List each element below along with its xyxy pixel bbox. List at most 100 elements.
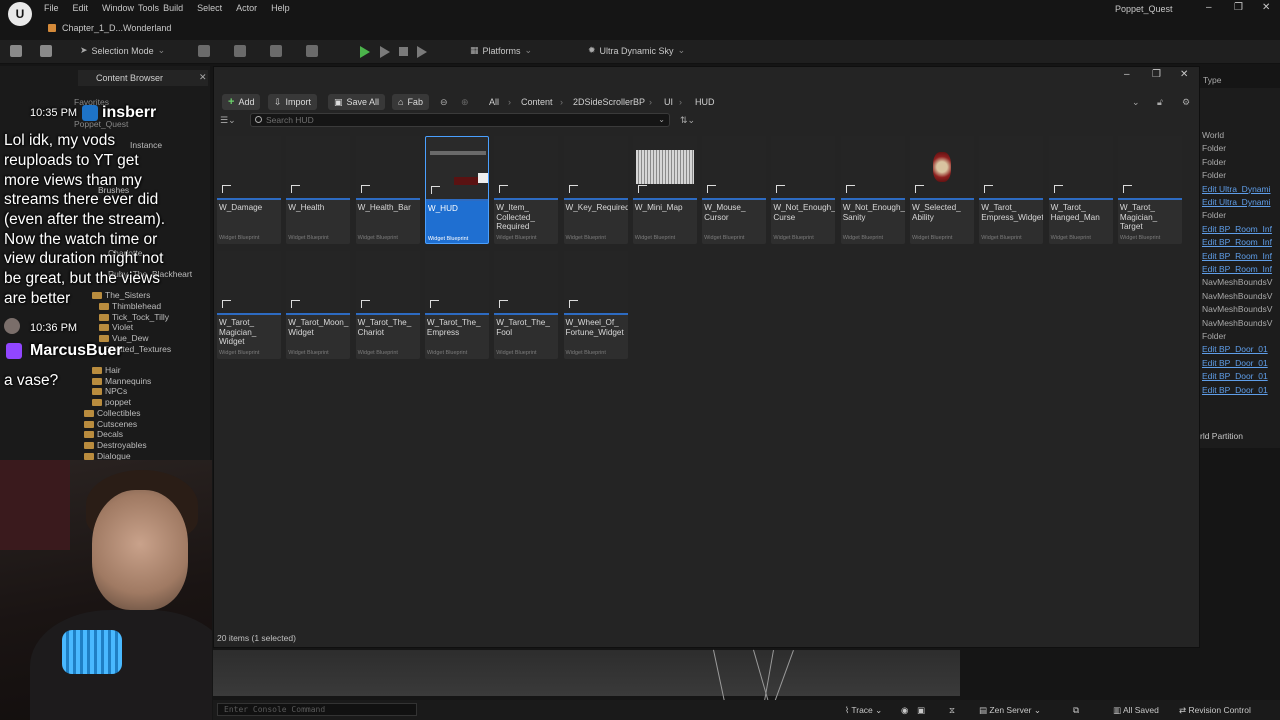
outliner-edit-link[interactable]: Edit BP_Door_01: [1202, 344, 1268, 354]
menu-tools[interactable]: Tools: [138, 3, 159, 13]
tree-item-collectibles[interactable]: Collectibles: [84, 408, 140, 418]
tree-item-cutscenes[interactable]: Cutscenes: [84, 419, 137, 429]
sort-icon[interactable]: ⇅⌄: [680, 115, 695, 126]
asset-tile[interactable]: W_Tarot_Moon_ Widget Widget Blueprint: [286, 251, 351, 359]
asset-tile[interactable]: W_Mini_Map Widget Blueprint: [632, 136, 697, 244]
source-control-icon[interactable]: ⧉: [1073, 705, 1079, 716]
record-icon[interactable]: ◉: [901, 705, 908, 716]
eject-icon[interactable]: [417, 46, 427, 58]
close-icon[interactable]: ✕: [1262, 2, 1270, 13]
console-input[interactable]: Enter Console Command: [217, 703, 417, 716]
menu-build[interactable]: Build: [163, 3, 183, 13]
asset-tile[interactable]: W_Selected_ Ability Widget Blueprint: [910, 136, 974, 244]
tree-item-destroyables[interactable]: Destroyables: [84, 440, 147, 450]
menu-help[interactable]: Help: [271, 3, 290, 13]
outliner-edit-link[interactable]: Edit BP_Room_Inf: [1202, 237, 1272, 247]
asset-tile[interactable]: W_Tarot_The_ Chariot Widget Blueprint: [355, 251, 420, 359]
menu-actor[interactable]: Actor: [236, 3, 257, 13]
asset-tile[interactable]: W_HUD Widget Blueprint: [424, 136, 489, 244]
selection-mode-button[interactable]: ➤ Selection Mode ⌄: [80, 45, 165, 56]
maximize-icon[interactable]: ❐: [1234, 2, 1243, 13]
outliner-edit-link[interactable]: Edit BP_Room_Inf: [1202, 224, 1272, 234]
minimize-icon[interactable]: –: [1206, 2, 1212, 13]
outliner-edit-link[interactable]: Edit BP_Door_01: [1202, 358, 1268, 368]
add-actor-icon[interactable]: [198, 45, 210, 57]
derived-data-icon[interactable]: ⧖: [949, 705, 955, 716]
outliner-edit-link[interactable]: Edit BP_Door_01: [1202, 371, 1268, 381]
lock-icon[interactable]: 🔓︎: [1157, 97, 1163, 108]
fab-button[interactable]: ⌂ Fab: [392, 94, 429, 110]
stop-icon[interactable]: [399, 47, 408, 56]
save-all-button[interactable]: ▣ Save All: [328, 94, 386, 110]
asset-tile[interactable]: W_Wheel_Of_ Fortune_Widget Widget Bluepri…: [563, 251, 628, 359]
breadcrumb-all[interactable]: All: [489, 97, 499, 107]
play-icon[interactable]: [360, 46, 370, 58]
asset-tile[interactable]: W_Key_Required Widget Blueprint: [563, 136, 628, 244]
asset-tile[interactable]: W_Not_Enough_ Curse Widget Blueprint: [771, 136, 836, 244]
asset-tile[interactable]: W_Tarot_ Magician_ Widget Widget Blueprin…: [217, 251, 281, 359]
all-saved-button[interactable]: ▥ All Saved: [1113, 705, 1159, 716]
maximize-icon[interactable]: ❐: [1152, 69, 1161, 80]
platforms-button[interactable]: ▦ Platforms ⌄: [470, 45, 532, 56]
blueprint-icon[interactable]: [234, 45, 246, 57]
asset-tile[interactable]: W_Not_Enough_ Sanity Widget Blueprint: [840, 136, 905, 244]
asset-tile[interactable]: W_Mouse_ Cursor Widget Blueprint: [702, 136, 767, 244]
breadcrumb-2dsidescroller[interactable]: 2DSideScrollerBP: [573, 97, 645, 107]
content-browser-tab[interactable]: Content Browser: [78, 70, 208, 86]
chevron-down-icon[interactable]: ⌄: [1132, 97, 1140, 108]
outliner-edit-link[interactable]: Edit BP_Room_Inf: [1202, 264, 1272, 274]
content-icon[interactable]: [40, 45, 52, 57]
step-icon[interactable]: [380, 46, 390, 58]
asset-tile[interactable]: W_Tarot_The_ Empress Widget Blueprint: [424, 251, 489, 359]
tree-item-poppet[interactable]: poppet: [92, 397, 131, 407]
outliner-edit-link[interactable]: Edit Ultra_Dynami: [1202, 184, 1271, 194]
build-icon[interactable]: [306, 45, 318, 57]
tree-item-mannequins[interactable]: Mannequins: [92, 376, 151, 386]
add-button[interactable]: + Add: [222, 94, 261, 110]
tree-item-tilly[interactable]: Tick_Tock_Tilly: [99, 312, 169, 322]
back-icon[interactable]: ⊖: [440, 97, 448, 108]
tree-item-thimblehead[interactable]: Thimblehead: [99, 301, 161, 311]
breadcrumb-content[interactable]: Content: [521, 97, 553, 107]
asset-tile[interactable]: W_Tarot_The_ Fool Widget Blueprint: [494, 251, 559, 359]
tree-item-decals[interactable]: Decals: [84, 429, 123, 439]
revision-control-button[interactable]: ⇄ Revision Control: [1179, 705, 1251, 716]
zen-server-button[interactable]: ▤ Zen Server ⌄: [979, 705, 1041, 716]
close-icon[interactable]: ✕: [199, 72, 207, 83]
menu-window[interactable]: Window: [102, 3, 134, 13]
asset-tile[interactable]: W_Tarot_ Magician_ Target Widget Blueprin…: [1117, 136, 1182, 244]
menu-select[interactable]: Select: [197, 3, 222, 13]
asset-tile[interactable]: W_Damage Widget Blueprint: [217, 136, 281, 244]
tree-item[interactable]: Instance: [130, 140, 162, 150]
trace-button[interactable]: ⌇ Trace ⌄: [845, 705, 882, 716]
outliner-edit-link[interactable]: Edit BP_Room_Inf: [1202, 251, 1272, 261]
asset-tile[interactable]: W_Tarot_ Empress_Widget Widget Blueprint: [979, 136, 1044, 244]
camera-icon[interactable]: ▣: [917, 705, 925, 716]
outliner-header-type[interactable]: Type: [1203, 75, 1221, 85]
cinematics-icon[interactable]: [270, 45, 282, 57]
gear-icon[interactable]: ⚙: [1182, 97, 1190, 108]
close-icon[interactable]: ✕: [1180, 69, 1188, 80]
menu-file[interactable]: File: [44, 3, 59, 13]
minimize-icon[interactable]: –: [1124, 69, 1130, 80]
save-icon[interactable]: [10, 45, 22, 57]
tree-item-hair[interactable]: Hair: [92, 365, 121, 375]
filter-icon[interactable]: ☰⌄: [220, 115, 236, 126]
tree-item-sisters[interactable]: The_Sisters: [92, 290, 150, 300]
menu-edit[interactable]: Edit: [73, 3, 89, 13]
world-partition-tab[interactable]: rld Partition: [1200, 431, 1243, 441]
asset-tile[interactable]: W_Health Widget Blueprint: [286, 136, 351, 244]
tree-item-npcs[interactable]: NPCs: [92, 386, 127, 396]
level-tab[interactable]: Chapter_1_D...Wonderland: [48, 19, 171, 37]
asset-tile[interactable]: W_Health_Bar Widget Blueprint: [355, 136, 420, 244]
asset-tile[interactable]: W_Tarot_ Hanged_Man Widget Blueprint: [1048, 136, 1113, 244]
breadcrumb-hud[interactable]: HUD: [695, 97, 715, 107]
breadcrumb-ui[interactable]: UI: [664, 97, 673, 107]
outliner-edit-link[interactable]: Edit BP_Door_01: [1202, 385, 1268, 395]
asset-tile[interactable]: W_Item_ Collected_ Required Widget Bluepr…: [494, 136, 559, 244]
forward-icon[interactable]: ⊕: [461, 97, 469, 108]
search-input[interactable]: Search HUD ⌄: [250, 113, 670, 127]
tree-item-violet[interactable]: Violet: [99, 322, 133, 332]
outliner-edit-link[interactable]: Edit Ultra_Dynami: [1202, 197, 1271, 207]
sky-button[interactable]: ✹ Ultra Dynamic Sky ⌄: [588, 45, 685, 56]
